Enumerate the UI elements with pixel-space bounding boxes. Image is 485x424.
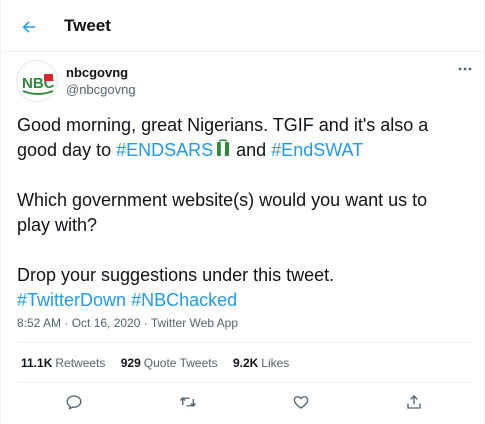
author-handle[interactable]: @nbcgovng [66, 82, 136, 97]
likes-label: Likes [261, 356, 290, 370]
tweet-timestamp[interactable]: 8:52 AM · Oct 16, 2020 [17, 316, 140, 330]
tweet-text-fragment: and [231, 140, 272, 160]
tweet-meta: 8:52 AM · Oct 16, 2020 · Twitter Web App [17, 316, 238, 330]
like-button[interactable] [289, 390, 313, 414]
back-button[interactable] [15, 13, 43, 41]
likes-count: 9.2K [232, 356, 259, 370]
retweet-button[interactable] [176, 390, 200, 414]
hashtag-twitterdown[interactable]: #TwitterDown [17, 290, 126, 310]
divider [17, 342, 472, 343]
tweet-actions [17, 384, 472, 420]
quote-tweets-stat[interactable]: 929 Quote Tweets [121, 356, 218, 370]
tweet-line: #TwitterDown #NBChacked [17, 288, 472, 313]
retweet-icon [179, 396, 197, 408]
tweet-line: Drop your suggestions under this tweet. [17, 265, 335, 285]
avatar[interactable]: NBC [16, 60, 58, 102]
share-button[interactable] [402, 390, 426, 414]
tweet-text-fragment: good day to [17, 140, 117, 160]
more-button[interactable] [456, 62, 474, 76]
retweets-stat[interactable]: 11.1K Retweets [21, 356, 105, 370]
reply-button[interactable] [62, 390, 86, 414]
likes-stat[interactable]: 9.2K Likes [233, 356, 289, 370]
divider [17, 382, 472, 383]
page-header: Tweet [1, 0, 484, 52]
tweet-line: play with? [17, 215, 98, 235]
retweets-count: 11.1K [21, 356, 53, 370]
tweet-page: Tweet NBC nbcgovng @nbcgovng Good mornin… [0, 0, 485, 424]
hashtag-endsars[interactable]: #ENDSARS [116, 140, 213, 160]
tweet-source[interactable]: Twitter Web App [151, 316, 238, 330]
tweet-stats: 11.1K Retweets 929 Quote Tweets 9.2K Likes [21, 356, 301, 370]
back-arrow-icon [22, 21, 35, 33]
share-icon [407, 395, 421, 409]
quote-tweets-count: 929 [120, 356, 141, 370]
quote-tweets-label: Quote Tweets [143, 356, 218, 370]
page-title: Tweet [64, 16, 111, 35]
more-icon [458, 67, 472, 71]
hashtag-endswat[interactable]: #EndSWAT [271, 140, 363, 160]
tweet-line: good day to #ENDSARS and #EndSWAT [17, 138, 472, 163]
hashtag-nbchacked[interactable]: #NBChacked [131, 290, 237, 310]
nigeria-fist-emoji [215, 139, 231, 159]
author-name[interactable]: nbcgovng [66, 65, 128, 80]
tweet-line: Good morning, great Nigerians. TGIF and … [17, 115, 429, 135]
reply-icon [66, 395, 82, 410]
nbc-logo: NBC [22, 74, 55, 95]
tweet-line: Which government website(s) would you wa… [17, 190, 428, 210]
meta-separator: · [140, 316, 151, 330]
retweets-label: Retweets [55, 356, 106, 370]
tweet-text: Good morning, great Nigerians. TGIF and … [17, 113, 472, 313]
like-icon [293, 396, 309, 409]
